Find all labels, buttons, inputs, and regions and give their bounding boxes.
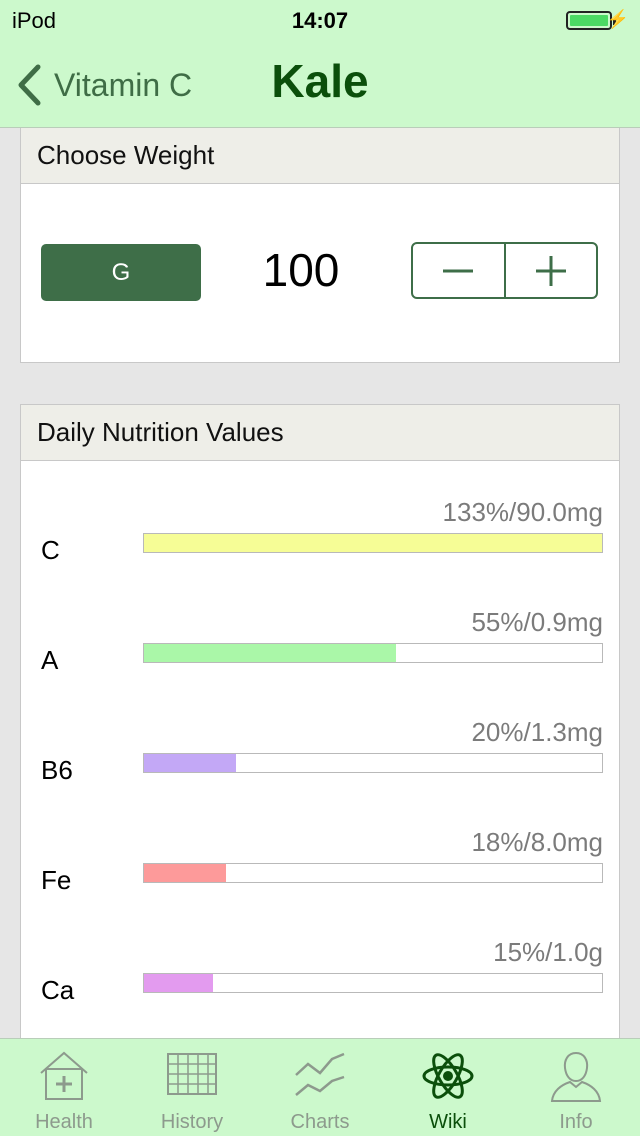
page-title: Kale	[271, 55, 369, 107]
tab-health[interactable]: Health	[0, 1039, 128, 1136]
navigation-bar: iPod 14:07 ⚡ Vitamin C Kale	[0, 0, 640, 128]
status-time: 14:07	[291, 8, 349, 33]
nutrient-value: 20%/1.3mg	[471, 717, 603, 747]
nutrition-row: 55%/0.9mg A	[21, 601, 621, 681]
decrement-button[interactable]	[413, 244, 504, 297]
nutrient-value: 18%/8.0mg	[471, 827, 603, 857]
unit-button[interactable]: G	[41, 244, 201, 301]
weight-value: 100	[262, 244, 340, 296]
tab-charts[interactable]: Charts	[256, 1039, 384, 1136]
nutrient-value: 133%/90.0mg	[442, 497, 603, 527]
nutrition-row: 15%/1.0g Ca	[21, 931, 621, 1011]
nutrient-bar-fill	[144, 534, 602, 552]
tab-label: History	[160, 1111, 224, 1133]
wiki-icon	[422, 1053, 474, 1099]
info-icon	[550, 1051, 602, 1102]
weight-card-header: Choose Weight	[21, 128, 619, 184]
tab-label: Info	[559, 1111, 593, 1133]
weight-card: Choose Weight G 100	[20, 128, 620, 363]
nutrient-bar-fill	[144, 644, 396, 662]
nutrient-bar-fill	[144, 754, 236, 772]
nutrient-bar	[143, 753, 603, 773]
nutrient-bar	[143, 863, 603, 883]
nutrient-label: B6	[41, 755, 73, 785]
nutrient-bar	[143, 643, 603, 663]
tab-label: Charts	[290, 1111, 350, 1133]
nutrition-row: 18%/8.0mg Fe	[21, 821, 621, 901]
history-icon	[167, 1053, 217, 1095]
nutrient-bar	[143, 973, 603, 993]
nutrition-row: 133%/90.0mg C	[21, 491, 621, 571]
tab-history[interactable]: History	[128, 1039, 256, 1136]
minus-icon	[443, 269, 474, 272]
health-icon	[40, 1051, 88, 1100]
charging-icon: ⚡	[606, 9, 629, 29]
nutrient-bar	[143, 533, 603, 553]
tab-info[interactable]: Info	[512, 1039, 640, 1136]
nutrition-card-header: Daily Nutrition Values	[21, 405, 619, 461]
weight-stepper[interactable]	[411, 242, 598, 299]
charts-icon	[295, 1052, 345, 1096]
nutrition-row: 20%/1.3mg B6	[21, 711, 621, 791]
nutrient-value: 55%/0.9mg	[471, 607, 603, 637]
nutrient-bar-fill	[144, 974, 213, 992]
nutrient-value: 15%/1.0g	[493, 937, 603, 967]
increment-button[interactable]	[503, 244, 597, 297]
nutrient-bar-fill	[144, 864, 227, 882]
tab-label: Health	[35, 1111, 93, 1133]
tab-bar: Health History Charts Wiki Info	[0, 1038, 640, 1136]
plus-icon	[535, 255, 566, 286]
nutrient-label: C	[41, 535, 60, 565]
nutrient-label: Ca	[41, 975, 75, 1005]
nutrient-label: Fe	[41, 865, 72, 895]
nutrition-card: Daily Nutrition Values 133%/90.0mg C 55%/0…	[20, 404, 620, 1044]
tab-wiki[interactable]: Wiki	[384, 1039, 512, 1136]
tab-label: Wiki	[429, 1111, 467, 1133]
status-bar: iPod 14:07 ⚡	[0, 0, 640, 40]
battery-icon	[566, 11, 616, 30]
nutrient-label: A	[41, 645, 59, 675]
